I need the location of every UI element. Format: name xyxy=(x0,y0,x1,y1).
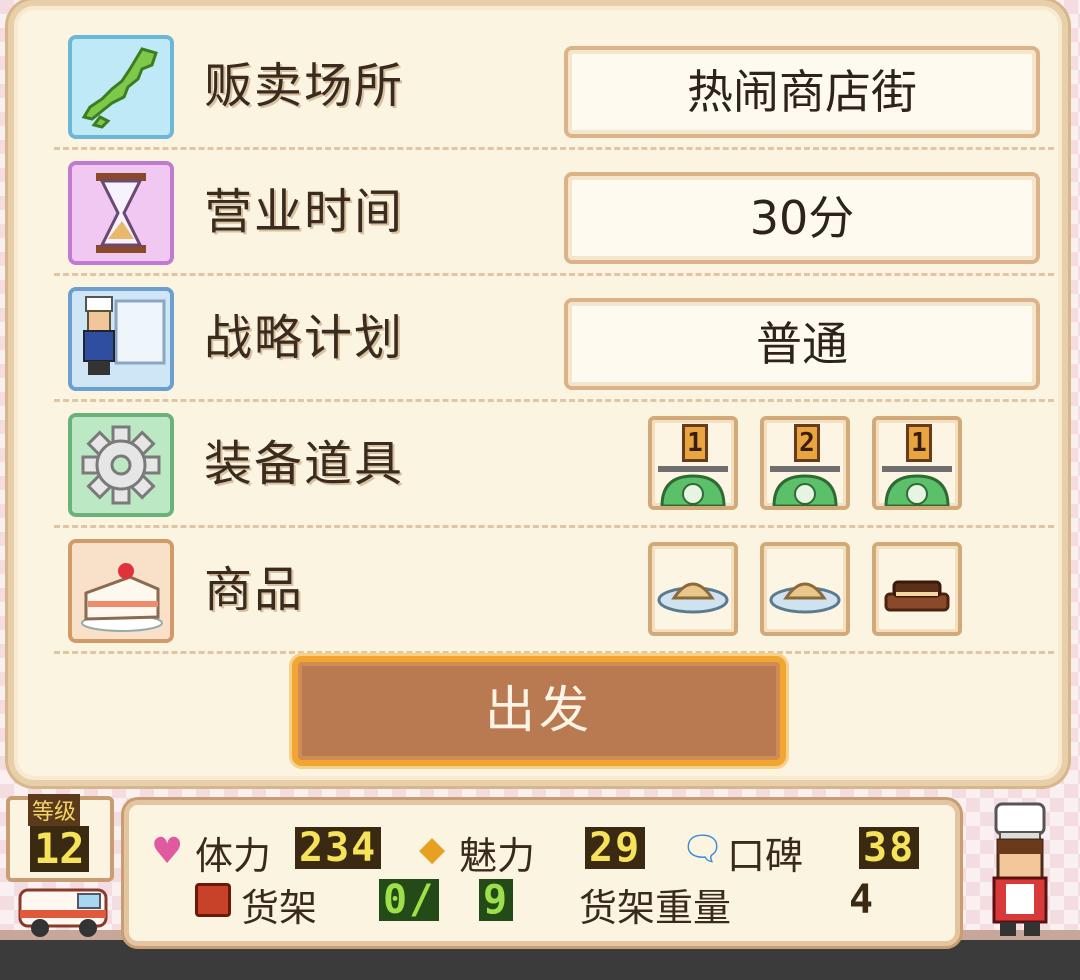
bottom-bar xyxy=(0,940,1080,980)
row-products: 商品 xyxy=(54,528,1054,654)
charm-value: 29 xyxy=(585,827,646,869)
japan-map-icon xyxy=(68,35,174,139)
label-sales-location: 贩卖场所 xyxy=(204,58,405,114)
chef-board-icon xyxy=(68,287,174,391)
charm-icon: ◆ xyxy=(419,829,446,869)
shelf-label: 货架 xyxy=(241,886,318,930)
hourglass-icon xyxy=(68,161,174,265)
start-button[interactable]: 出发 xyxy=(292,656,786,766)
equipment-slot-3[interactable]: 1 xyxy=(872,416,962,510)
row-strategy-plan: 战略计划 普通 xyxy=(54,276,1054,402)
dumpling-plate-icon xyxy=(769,582,841,614)
reputation-value: 38 xyxy=(859,827,920,869)
sales-location-selector[interactable]: 热闹商店街 xyxy=(564,46,1040,138)
status-panel: ♥ 体力 234 ◆ 魅力 29 🗨 口碑 38 货架 0/ 9 货架重量 4 xyxy=(124,800,960,946)
business-hours-selector[interactable]: 30分 xyxy=(564,172,1040,264)
scale-icon xyxy=(882,466,952,506)
shelf-total: 9 xyxy=(479,879,514,921)
product-slot-2[interactable] xyxy=(760,542,850,636)
product-slot-1[interactable] xyxy=(648,542,738,636)
equipment-slot-1[interactable]: 1 xyxy=(648,416,738,510)
stamina-value: 234 xyxy=(295,827,382,869)
level-label: 等级 xyxy=(28,794,81,826)
level-value: 12 xyxy=(30,826,89,872)
label-strategy-plan: 战略计划 xyxy=(204,310,405,366)
van-icon xyxy=(18,888,108,937)
scale-icon xyxy=(770,466,840,506)
scale-icon xyxy=(658,466,728,506)
strategy-plan-selector[interactable]: 普通 xyxy=(564,298,1040,390)
chef-character-icon xyxy=(992,802,1048,936)
label-products: 商品 xyxy=(204,562,305,618)
cake-icon xyxy=(68,539,174,643)
label-equipment: 装备道具 xyxy=(204,436,405,492)
dumpling-plate-icon xyxy=(657,582,729,614)
shelf-weight-value: 4 xyxy=(849,877,876,923)
shelf-icon xyxy=(195,883,231,917)
shelf-weight-label: 货架重量 xyxy=(579,886,732,930)
stamina-label: 体力 xyxy=(195,834,272,878)
divider xyxy=(54,651,1054,654)
speech-bubble-icon: 🗨 xyxy=(681,829,725,869)
row-sales-location: 贩卖场所 热闹商店街 xyxy=(54,24,1054,150)
gear-icon xyxy=(68,413,174,517)
shelf-used: 0/ xyxy=(379,879,440,921)
row-business-hours: 营业时间 30分 xyxy=(54,150,1054,276)
level-badge: 等级 12 xyxy=(6,794,114,882)
reputation-label: 口碑 xyxy=(727,834,804,878)
product-slot-3[interactable] xyxy=(872,542,962,636)
row-equipment: 装备道具 1 2 1 xyxy=(54,402,1054,528)
equipment-slot-2[interactable]: 2 xyxy=(760,416,850,510)
heart-icon: ♥ xyxy=(151,831,184,872)
label-business-hours: 营业时间 xyxy=(204,184,405,240)
sandwich-cake-icon xyxy=(884,580,950,612)
charm-label: 魅力 xyxy=(459,834,536,878)
